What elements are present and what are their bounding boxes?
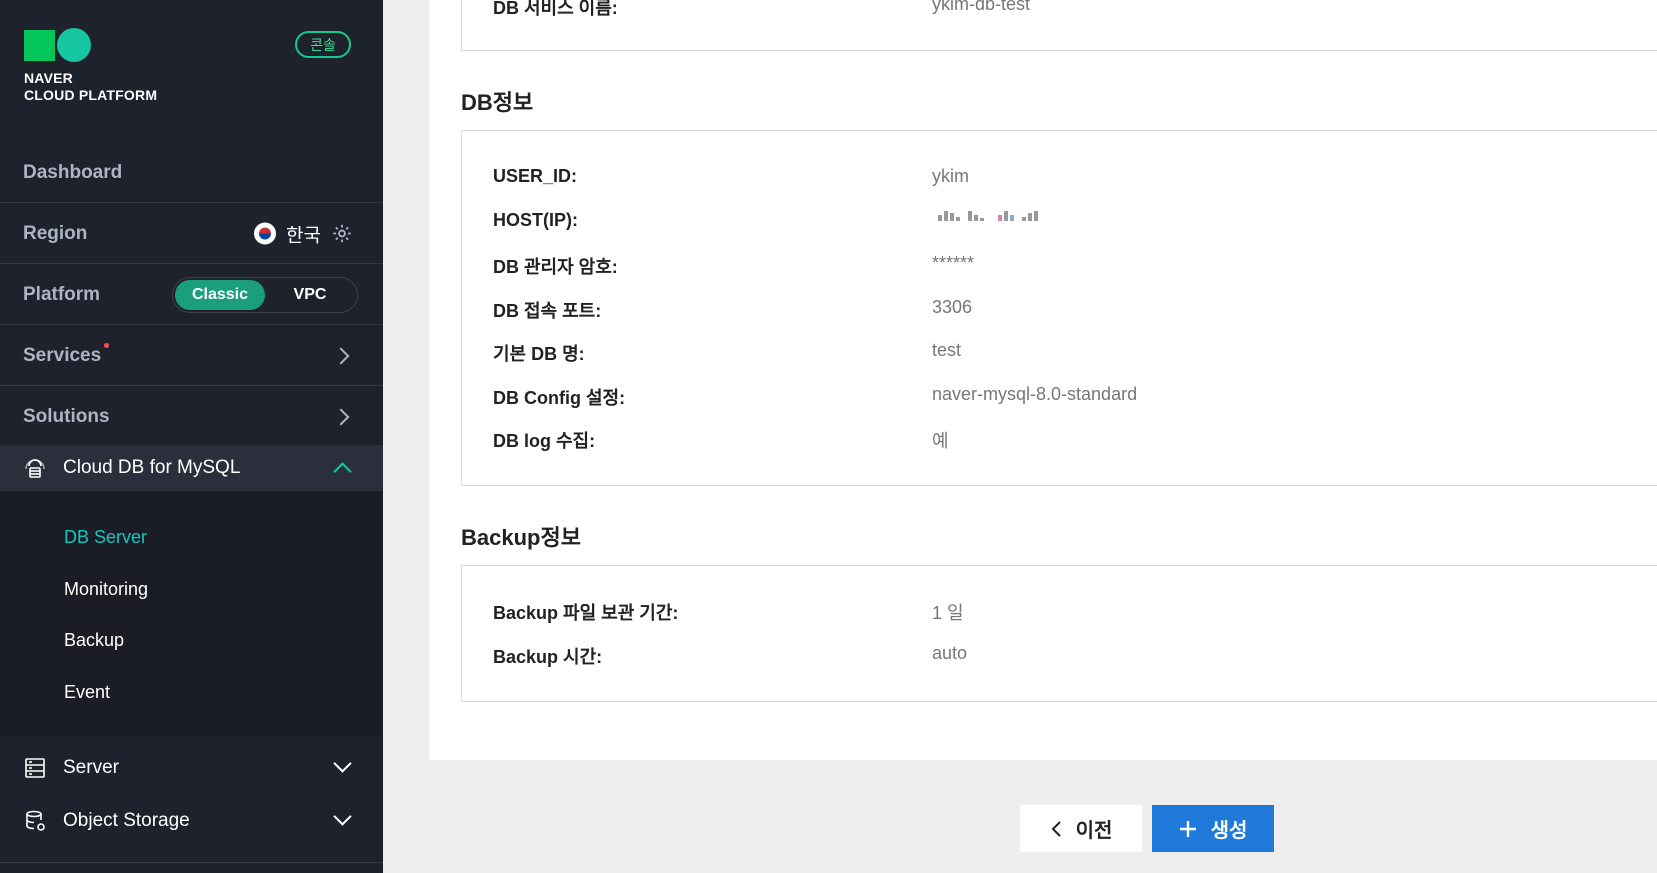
db-config-value: naver-mysql-8.0-standard [932, 384, 1138, 404]
gear-icon[interactable] [331, 223, 353, 245]
sidebar: NAVER CLOUD PLATFORM 콘솔 Dashboard Region… [0, 0, 383, 873]
solutions-label: Solutions [23, 406, 110, 427]
region-label: Region [23, 222, 88, 244]
submenu-item-backup[interactable]: Backup [64, 630, 124, 651]
backup-info-box [461, 565, 1657, 702]
db-log-value: 예 [932, 431, 949, 451]
dashboard-label: Dashboard [23, 161, 123, 183]
submenu: DB Server Monitoring Backup Event [0, 491, 383, 736]
sidebar-item-platform: Platform Classic VPC [0, 265, 383, 325]
divider [0, 862, 383, 863]
plus-icon [1179, 820, 1196, 837]
user-id-value: ykim [932, 166, 969, 186]
platform-toggle[interactable]: Classic VPC [172, 276, 358, 313]
create-button-label: 생성 [1210, 820, 1248, 842]
sidebar-item-server[interactable]: Server [0, 742, 383, 794]
db-port-label: DB 접속 포트: [493, 301, 602, 321]
db-log-label: DB log 수집: [493, 431, 596, 451]
platform-option-classic[interactable]: Classic [175, 279, 265, 310]
console-badge[interactable]: 콘솔 [295, 31, 351, 58]
prev-button-label: 이전 [1075, 820, 1113, 842]
naver-cloud-logo[interactable]: NAVER CLOUD PLATFORM [24, 28, 157, 104]
service-name-value: ykim-db-test [932, 0, 1031, 14]
korea-flag-icon[interactable] [254, 222, 277, 245]
submenu-item-db-server[interactable]: DB Server [64, 527, 147, 548]
db-config-label: DB Config 설정: [493, 388, 626, 408]
sidebar-item-solutions[interactable]: Solutions [0, 387, 383, 447]
sidebar-item-services[interactable]: Services [0, 326, 383, 386]
region-value[interactable]: 한국 [286, 220, 321, 247]
backup-retention-value: 1 일 [932, 603, 964, 623]
backup-retention-label: Backup 파일 보관 기간: [493, 603, 679, 623]
admin-password-label: DB 관리자 암호: [493, 257, 618, 277]
section-label: Cloud DB for MySQL [63, 457, 241, 478]
backup-time-label: Backup 시간: [493, 647, 603, 667]
user-id-label: USER_ID: [493, 166, 578, 186]
sidebar-item-region: Region 한국 [0, 204, 383, 264]
service-info-box [461, 0, 1657, 51]
object-storage-label: Object Storage [63, 810, 190, 831]
logo-mark-icon [24, 28, 157, 62]
services-label: Services [23, 344, 102, 366]
brand-line1: NAVER [24, 70, 73, 86]
brand-line2: CLOUD PLATFORM [24, 87, 158, 103]
storage-icon [26, 810, 45, 831]
sidebar-item-dashboard[interactable]: Dashboard [0, 143, 383, 203]
server-label: Server [63, 757, 119, 778]
chevron-left-icon [1051, 820, 1061, 837]
default-db-name-value: test [932, 340, 962, 360]
host-ip-masked-value [938, 211, 1038, 221]
prev-button[interactable]: 이전 [1020, 805, 1142, 852]
notification-dot-icon [104, 343, 110, 348]
submenu-item-monitoring[interactable]: Monitoring [64, 579, 148, 600]
server-icon [25, 758, 45, 778]
chevron-up-icon[interactable] [333, 462, 352, 481]
sidebar-item-object-storage[interactable]: Object Storage [0, 795, 383, 847]
host-ip-label: HOST(IP): [493, 210, 578, 230]
create-button[interactable]: 생성 [1152, 805, 1274, 852]
backup-info-title: Backup정보 [461, 525, 581, 550]
default-db-name-label: 기본 DB 명: [493, 344, 585, 364]
cloud-db-icon [25, 459, 45, 478]
db-info-title: DB정보 [461, 90, 534, 115]
chevron-right-icon [332, 408, 350, 426]
chevron-right-icon [332, 347, 350, 364]
db-info-box [461, 130, 1657, 486]
sidebar-section-cloud-db-mysql[interactable]: Cloud DB for MySQL [0, 445, 383, 491]
backup-time-value: auto [932, 643, 968, 663]
chevron-down-icon [333, 807, 352, 826]
submenu-item-event[interactable]: Event [64, 682, 110, 703]
admin-password-value: ****** [932, 253, 975, 273]
service-name-label: DB 서비스 이름: [493, 0, 618, 18]
platform-option-vpc[interactable]: VPC [265, 280, 355, 310]
chevron-down-icon [333, 754, 352, 773]
platform-label: Platform [23, 283, 101, 305]
db-port-value: 3306 [932, 297, 973, 317]
